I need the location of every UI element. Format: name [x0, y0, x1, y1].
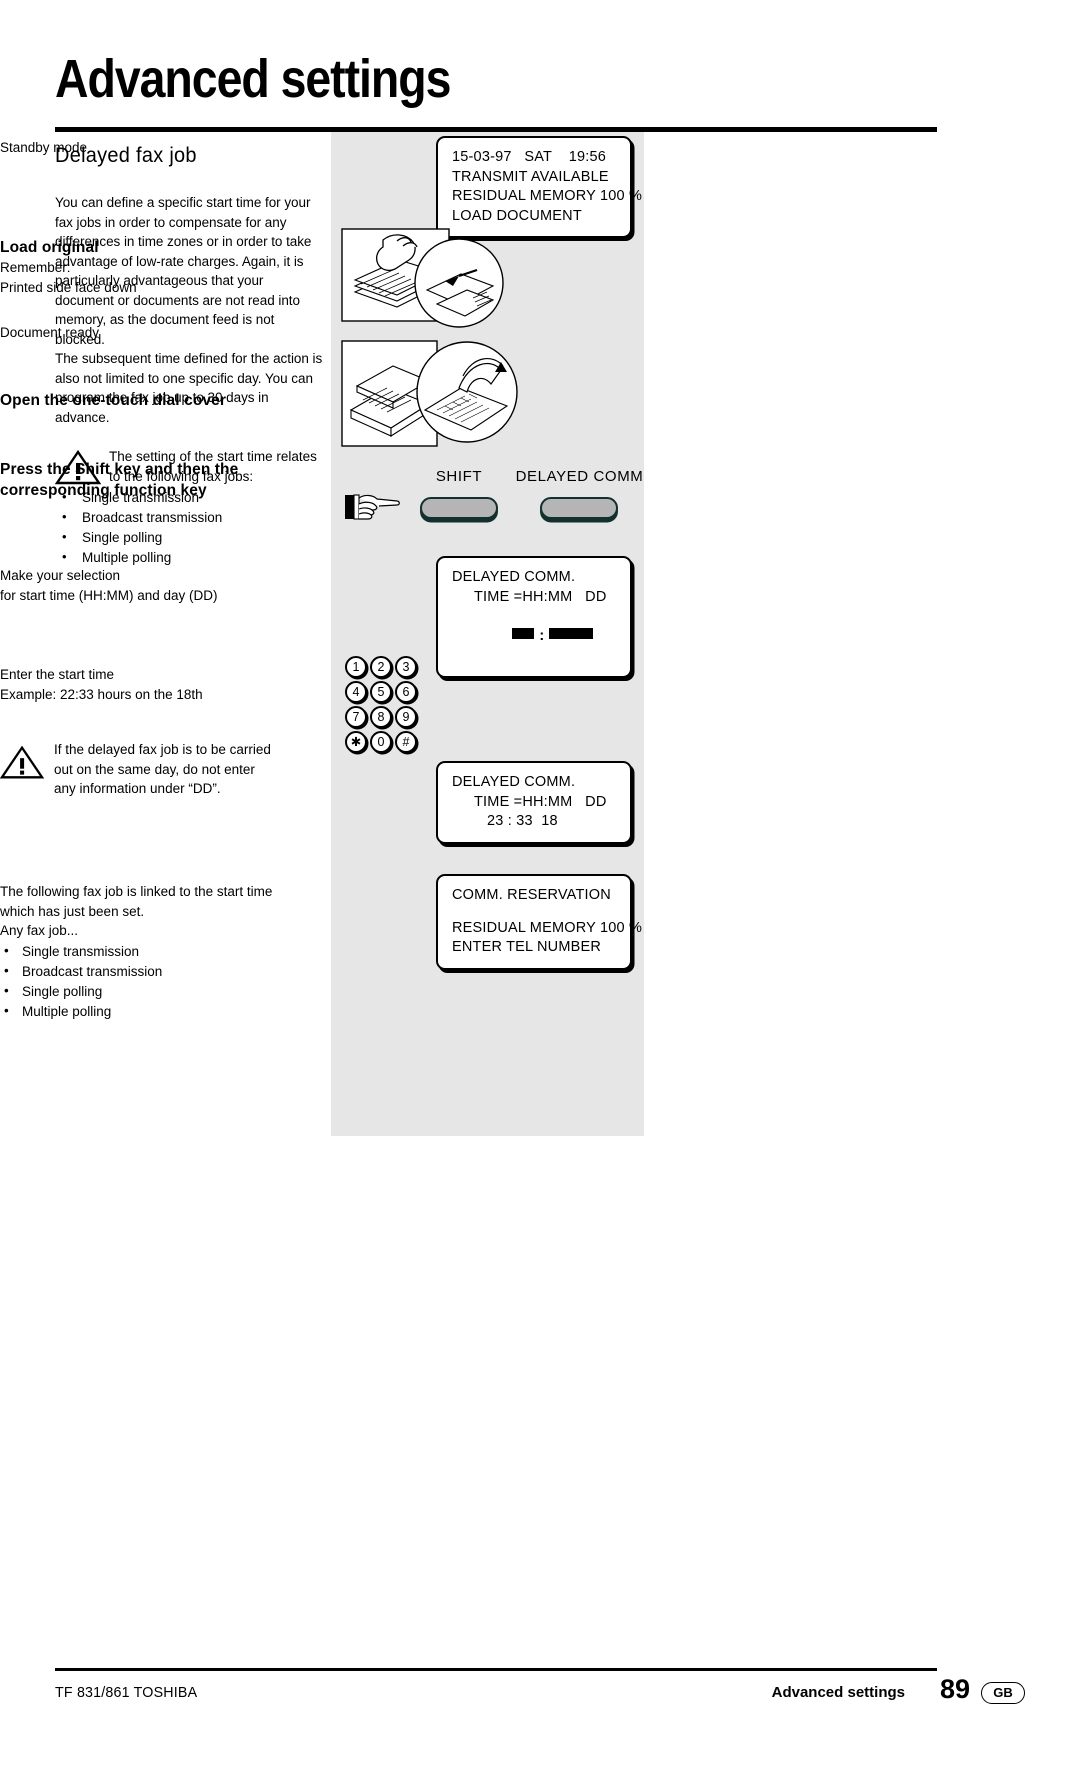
press-shift-heading: Press the Shift key and then the corresp… — [0, 461, 239, 499]
linked-fax-job-list: Single transmission Broadcast transmissi… — [0, 941, 278, 1022]
keypad-key-4[interactable]: 4 — [345, 681, 367, 703]
list-item: Multiple polling — [0, 1001, 278, 1022]
linked-text-1: The following fax job is linked to the s… — [0, 884, 273, 919]
footer-section: Advanced settings — [771, 1684, 905, 1701]
keypad-key-5[interactable]: 5 — [370, 681, 392, 703]
shift-key[interactable] — [420, 497, 498, 519]
manual-page: Advanced settings Delayed fax job You ca… — [0, 0, 1080, 1773]
same-day-note: If the delayed fax job is to be carried … — [0, 740, 278, 799]
keypad-key-6[interactable]: 6 — [395, 681, 417, 703]
standby-mode-text: Standby mode — [0, 140, 88, 155]
delayed-comm-key-label: DELAYED COMM — [515, 468, 644, 485]
keypad-key-2[interactable]: 2 — [370, 656, 392, 678]
list-item: Single polling — [0, 981, 278, 1002]
selection-line-2: for start time (HH:MM) and day (DD) — [0, 587, 218, 603]
keypad-row: 4 5 6 — [345, 681, 417, 703]
keypad-row: ✱ 0 # — [345, 731, 417, 753]
keypad-row: 1 2 3 — [345, 656, 417, 678]
lcd-standby-display: 15-03-97 SAT 19:56 TRANSMIT AVAILABLE RE… — [436, 136, 643, 238]
left-column: Delayed fax job You can define a specifi… — [55, 144, 323, 568]
keypad-key-9[interactable]: 9 — [395, 706, 417, 728]
linked-job-block: The following fax job is linked to the s… — [0, 882, 278, 1022]
keypad-key-0[interactable]: 0 — [370, 731, 392, 753]
selection-block: Make your selection for start time (HH:M… — [0, 566, 278, 605]
footer-model: TF 831/861 TOSHIBA — [55, 1684, 198, 1701]
lcd-line: DELAYED COMM. — [452, 569, 576, 585]
paragraph-2: The subsequent time defined for the acti… — [55, 351, 323, 425]
page-title: Advanced settings — [55, 49, 451, 109]
load-original-block: Load original Remember: Printed side fac… — [0, 237, 278, 297]
list-item: Multiple polling — [55, 547, 323, 568]
keypad-key-7[interactable]: 7 — [345, 706, 367, 728]
enter-time-block: Enter the start time Example: 22:33 hour… — [0, 665, 278, 704]
shift-key-label: SHIFT — [435, 468, 483, 485]
lcd-time-prompt-display: DELAYED COMM. TIME =HH:MM DD : — [436, 556, 632, 678]
same-day-note-text: If the delayed fax job is to be carried … — [54, 742, 271, 796]
keypad-key-star[interactable]: ✱ — [345, 731, 367, 753]
keypad-key-8[interactable]: 8 — [370, 706, 392, 728]
printed-side-text: Printed side face down — [0, 279, 137, 295]
locale-badge: GB — [981, 1682, 1025, 1704]
load-original-heading: Load original — [0, 239, 99, 256]
keypad-key-3[interactable]: 3 — [395, 656, 417, 678]
enter-time-line-1: Enter the start time — [0, 667, 115, 682]
open-cover-heading: Open the one-touch dial cover — [0, 392, 226, 409]
lcd-cursor-blocks: : — [452, 607, 616, 666]
delayed-comm-key[interactable] — [540, 497, 618, 519]
remember-label: Remember: — [0, 260, 71, 275]
lcd-line: 23 : 33 18 — [487, 813, 558, 829]
footer-divider — [55, 1668, 937, 1671]
lcd-line: LOAD DOCUMENT — [452, 207, 582, 224]
pointing-hand-icon — [345, 494, 400, 520]
lcd-line: TIME =HH:MM DD — [474, 793, 607, 810]
lcd-spacer — [452, 906, 616, 919]
list-item: Broadcast transmission — [0, 961, 278, 982]
warning-triangle-icon — [0, 745, 44, 779]
lcd-line: TRANSMIT AVAILABLE — [452, 168, 609, 185]
lcd-line: TIME =HH:MM DD — [474, 588, 607, 605]
keypad-key-hash[interactable]: # — [395, 731, 417, 753]
lcd-entered-time-display: DELAYED COMM. TIME =HH:MM DD 23 : 33 18 — [436, 761, 632, 844]
lcd-line: COMM. RESERVATION — [452, 887, 611, 903]
selection-line-1: Make your selection — [0, 568, 121, 583]
keypad-row: 7 8 9 — [345, 706, 417, 728]
list-item: Broadcast transmission — [55, 507, 323, 528]
open-dial-cover-illustration — [341, 340, 518, 447]
linked-text-2: Any fax job... — [0, 923, 79, 938]
lcd-reservation-display: COMM. RESERVATION RESIDUAL MEMORY 100 % … — [436, 874, 643, 970]
numeric-keypad[interactable]: 1 2 3 4 5 6 7 8 9 ✱ 0 # — [345, 656, 417, 756]
document-ready-text: Document ready — [0, 325, 100, 340]
lcd-line: RESIDUAL MEMORY 100 % — [452, 188, 643, 204]
lcd-line: 15-03-97 SAT 19:56 — [452, 149, 606, 165]
page-number: 89 — [939, 1674, 970, 1704]
keypad-key-1[interactable]: 1 — [345, 656, 367, 678]
lcd-line: DELAYED COMM. — [452, 774, 576, 790]
lcd-line: ENTER TEL NUMBER — [452, 939, 602, 955]
lcd-line: RESIDUAL MEMORY 100 % — [452, 919, 643, 936]
enter-time-line-2: Example: 22:33 hours on the 18th — [0, 686, 203, 702]
list-item: Single polling — [55, 527, 323, 548]
load-document-illustration — [341, 228, 504, 328]
list-item: Single transmission — [0, 941, 278, 962]
